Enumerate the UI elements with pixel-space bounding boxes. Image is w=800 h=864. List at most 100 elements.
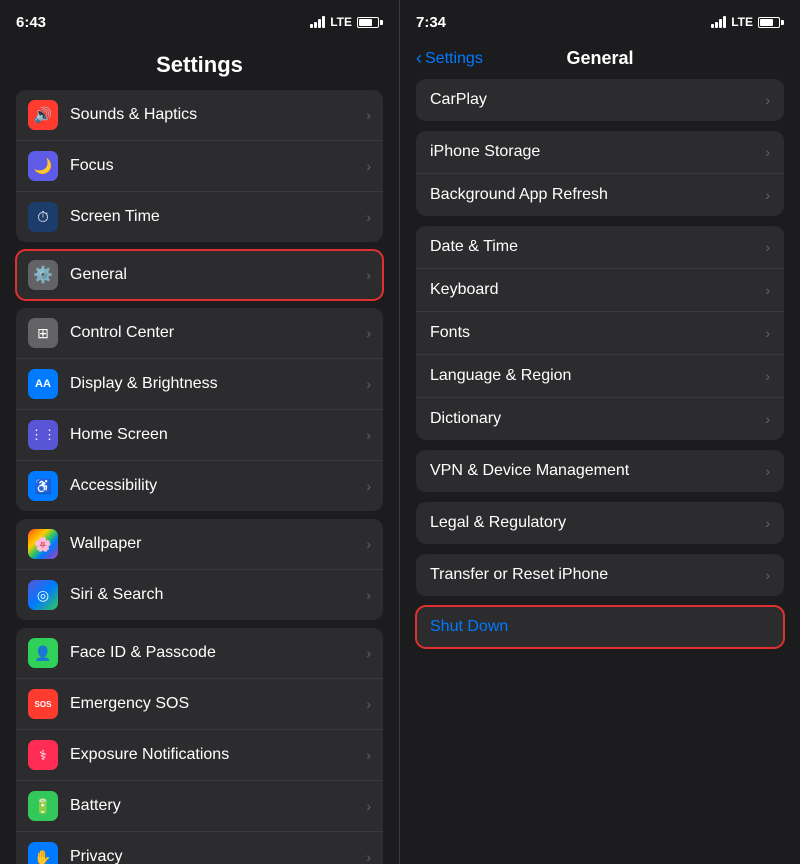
- right-status-icons: LTE: [711, 15, 784, 29]
- right-item-language-region[interactable]: Language & Region ›: [416, 355, 784, 398]
- chevron-icon: ›: [366, 849, 371, 864]
- chevron-icon: ›: [765, 282, 770, 298]
- chevron-icon: ›: [765, 187, 770, 203]
- settings-item-accessibility[interactable]: ♿ Accessibility ›: [16, 461, 383, 511]
- settings-item-siri[interactable]: ◎ Siri & Search ›: [16, 570, 383, 620]
- right-item-transfer-reset[interactable]: Transfer or Reset iPhone ›: [416, 554, 784, 596]
- right-item-carplay[interactable]: CarPlay ›: [416, 79, 784, 121]
- right-time: 7:34: [416, 14, 446, 31]
- battery-label: Battery: [70, 797, 366, 815]
- chevron-icon: ›: [765, 411, 770, 427]
- exposure-label: Exposure Notifications: [70, 746, 366, 764]
- right-item-vpn[interactable]: VPN & Device Management ›: [416, 450, 784, 492]
- settings-item-focus[interactable]: 🌙 Focus ›: [16, 141, 383, 192]
- chevron-icon: ›: [765, 463, 770, 479]
- settings-item-general[interactable]: ⚙️ General ›: [16, 250, 383, 300]
- settings-item-faceid[interactable]: 👤 Face ID & Passcode ›: [16, 628, 383, 679]
- settings-item-privacy[interactable]: ✋ Privacy ›: [16, 832, 383, 864]
- settings-item-homescreen[interactable]: ⋮⋮ Home Screen ›: [16, 410, 383, 461]
- right-group-legal: Legal & Regulatory ›: [416, 502, 784, 544]
- general-label: General: [70, 266, 366, 284]
- display-icon: AA: [28, 369, 58, 399]
- back-label: Settings: [425, 50, 483, 68]
- left-status-icons: LTE: [310, 15, 383, 29]
- accessibility-label: Accessibility: [70, 477, 366, 495]
- settings-item-display[interactable]: AA Display & Brightness ›: [16, 359, 383, 410]
- right-group-storage: iPhone Storage › Background App Refresh …: [416, 131, 784, 216]
- settings-item-sounds[interactable]: 🔊 Sounds & Haptics ›: [16, 90, 383, 141]
- chevron-icon: ›: [765, 325, 770, 341]
- focus-label: Focus: [70, 157, 366, 175]
- settings-item-exposure[interactable]: ⚕ Exposure Notifications ›: [16, 730, 383, 781]
- carplay-label: CarPlay: [430, 91, 765, 109]
- right-header: ‹ Settings General: [400, 44, 800, 79]
- chevron-icon: ›: [366, 107, 371, 123]
- right-group-carplay: CarPlay ›: [416, 79, 784, 121]
- screentime-label: Screen Time: [70, 208, 366, 226]
- right-item-iphone-storage[interactable]: iPhone Storage ›: [416, 131, 784, 174]
- chevron-icon: ›: [366, 798, 371, 814]
- right-group-localization: Date & Time › Keyboard › Fonts › Languag…: [416, 226, 784, 440]
- lte-label: LTE: [731, 15, 753, 29]
- left-status-bar: 6:43 LTE: [0, 0, 399, 44]
- settings-group-1: 🔊 Sounds & Haptics › 🌙 Focus › ⏱ Screen …: [16, 90, 383, 242]
- settings-group-2: ⊞ Control Center › AA Display & Brightne…: [16, 308, 383, 511]
- left-panel: 6:43 LTE Settings 🔊 Sounds & Haptics: [0, 0, 400, 864]
- display-label: Display & Brightness: [70, 375, 366, 393]
- date-time-label: Date & Time: [430, 238, 765, 256]
- fonts-label: Fonts: [430, 324, 765, 342]
- chevron-icon: ›: [366, 587, 371, 603]
- battery-icon: [758, 17, 784, 28]
- signal-icon: [310, 16, 325, 28]
- right-item-shutdown[interactable]: Shut Down: [416, 606, 784, 648]
- battery-icon: [357, 17, 383, 28]
- right-panel-title: General: [566, 48, 633, 69]
- chevron-icon: ›: [765, 144, 770, 160]
- right-item-date-time[interactable]: Date & Time ›: [416, 226, 784, 269]
- keyboard-label: Keyboard: [430, 281, 765, 299]
- right-item-dictionary[interactable]: Dictionary ›: [416, 398, 784, 440]
- back-chevron-icon: ‹: [416, 48, 422, 69]
- chevron-icon: ›: [366, 427, 371, 443]
- settings-item-battery[interactable]: 🔋 Battery ›: [16, 781, 383, 832]
- settings-item-wallpaper[interactable]: 🌸 Wallpaper ›: [16, 519, 383, 570]
- right-item-keyboard[interactable]: Keyboard ›: [416, 269, 784, 312]
- chevron-icon: ›: [366, 158, 371, 174]
- chevron-icon: ›: [366, 209, 371, 225]
- sos-icon: SOS: [28, 689, 58, 719]
- faceid-label: Face ID & Passcode: [70, 644, 366, 662]
- controlcenter-label: Control Center: [70, 324, 366, 342]
- sounds-label: Sounds & Haptics: [70, 106, 366, 124]
- siri-icon: ◎: [28, 580, 58, 610]
- settings-item-sos[interactable]: SOS Emergency SOS ›: [16, 679, 383, 730]
- left-time: 6:43: [16, 14, 46, 31]
- settings-item-controlcenter[interactable]: ⊞ Control Center ›: [16, 308, 383, 359]
- exposure-icon: ⚕: [28, 740, 58, 770]
- controlcenter-icon: ⊞: [28, 318, 58, 348]
- left-panel-title: Settings: [0, 44, 399, 90]
- right-item-legal[interactable]: Legal & Regulatory ›: [416, 502, 784, 544]
- chevron-icon: ›: [765, 515, 770, 531]
- legal-label: Legal & Regulatory: [430, 514, 765, 532]
- chevron-icon: ›: [366, 696, 371, 712]
- chevron-icon: ›: [765, 92, 770, 108]
- settings-item-screentime[interactable]: ⏱ Screen Time ›: [16, 192, 383, 242]
- wallpaper-icon: 🌸: [28, 529, 58, 559]
- sounds-icon: 🔊: [28, 100, 58, 130]
- homescreen-label: Home Screen: [70, 426, 366, 444]
- right-status-bar: 7:34 LTE: [400, 0, 800, 44]
- right-item-fonts[interactable]: Fonts ›: [416, 312, 784, 355]
- lte-label: LTE: [330, 15, 352, 29]
- vpn-label: VPN & Device Management: [430, 462, 765, 480]
- back-button[interactable]: ‹ Settings: [416, 48, 483, 69]
- chevron-icon: ›: [366, 478, 371, 494]
- right-item-background-refresh[interactable]: Background App Refresh ›: [416, 174, 784, 216]
- privacy-icon: ✋: [28, 842, 58, 864]
- iphone-storage-label: iPhone Storage: [430, 143, 765, 161]
- accessibility-icon: ♿: [28, 471, 58, 501]
- chevron-icon: ›: [366, 267, 371, 283]
- focus-icon: 🌙: [28, 151, 58, 181]
- shutdown-label: Shut Down: [430, 618, 770, 636]
- right-group-vpn: VPN & Device Management ›: [416, 450, 784, 492]
- dictionary-label: Dictionary: [430, 410, 765, 428]
